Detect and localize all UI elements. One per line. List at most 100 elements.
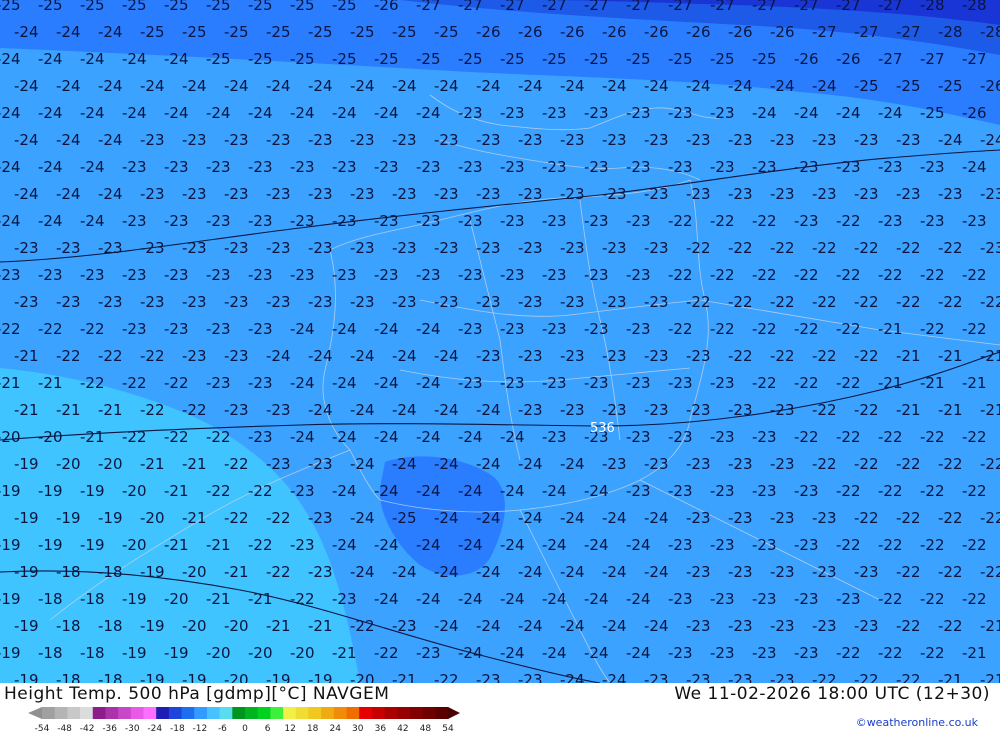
temp-label: -24 bbox=[374, 590, 399, 608]
temp-label: -23 bbox=[182, 347, 207, 365]
temp-label: -24 bbox=[476, 563, 501, 581]
temp-label: -23 bbox=[248, 158, 273, 176]
temp-label: -25 bbox=[182, 23, 207, 41]
temp-label: -24 bbox=[350, 347, 375, 365]
temp-label: -23 bbox=[476, 131, 501, 149]
temp-label: -23 bbox=[752, 428, 777, 446]
temp-label: -22 bbox=[854, 455, 879, 473]
temp-label: -23 bbox=[668, 482, 693, 500]
temp-label: -25 bbox=[206, 0, 231, 14]
temp-label: -23 bbox=[434, 239, 459, 257]
temp-label: -24 bbox=[518, 617, 543, 635]
temp-label: -19 bbox=[0, 482, 21, 500]
temp-label: -23 bbox=[938, 185, 963, 203]
temp-label: -27 bbox=[878, 0, 903, 14]
temp-label: -23 bbox=[518, 131, 543, 149]
temp-label: -22 bbox=[878, 536, 903, 554]
temp-label: -23 bbox=[626, 320, 651, 338]
temp-label: -23 bbox=[0, 266, 21, 284]
temp-label: -23 bbox=[38, 266, 63, 284]
temp-label: -23 bbox=[290, 482, 315, 500]
legend-tick: 0 bbox=[242, 724, 248, 733]
temp-label: -23 bbox=[686, 185, 711, 203]
temp-label: -23 bbox=[560, 293, 585, 311]
temp-label: -23 bbox=[584, 374, 609, 392]
temp-label: -22 bbox=[938, 509, 963, 527]
legend-swatch bbox=[270, 707, 284, 719]
temp-label: -23 bbox=[794, 212, 819, 230]
temp-label: -23 bbox=[812, 131, 837, 149]
temp-label: -24 bbox=[38, 212, 63, 230]
temp-label: -23 bbox=[812, 617, 837, 635]
legend-swatch bbox=[54, 707, 68, 719]
temp-label: -21 bbox=[962, 644, 987, 662]
temp-label: -23 bbox=[458, 320, 483, 338]
legend-swatch bbox=[384, 707, 398, 719]
temp-label: -23 bbox=[164, 158, 189, 176]
temp-label: -24 bbox=[476, 509, 501, 527]
temp-label: -23 bbox=[752, 590, 777, 608]
legend-swatch bbox=[321, 707, 335, 719]
temp-label: -28 bbox=[938, 23, 963, 41]
temp-label: -24 bbox=[560, 509, 585, 527]
legend-swatch bbox=[206, 707, 221, 719]
temp-label: -23 bbox=[878, 158, 903, 176]
temp-label: -22 bbox=[920, 644, 945, 662]
temp-label: -23 bbox=[122, 212, 147, 230]
temp-label: -27 bbox=[878, 50, 903, 68]
temp-label: -25 bbox=[920, 104, 945, 122]
temp-label: -23 bbox=[56, 239, 81, 257]
temp-label: -24 bbox=[38, 158, 63, 176]
temp-label: -24 bbox=[542, 644, 567, 662]
temp-label: -24 bbox=[350, 509, 375, 527]
temp-label: -24 bbox=[98, 131, 123, 149]
legend-tick: -36 bbox=[102, 724, 117, 733]
temp-label: -23 bbox=[500, 320, 525, 338]
temp-label: -22 bbox=[896, 509, 921, 527]
temp-label: -22 bbox=[224, 455, 249, 473]
temp-label: -24 bbox=[374, 320, 399, 338]
temp-label: -23 bbox=[374, 266, 399, 284]
temp-label: -22 bbox=[812, 293, 837, 311]
temp-label: -24 bbox=[542, 536, 567, 554]
temp-label: -23 bbox=[560, 347, 585, 365]
temp-label: -23 bbox=[476, 671, 501, 683]
temp-label: -23 bbox=[140, 185, 165, 203]
temp-label: -22 bbox=[266, 509, 291, 527]
temp-label: -23 bbox=[752, 158, 777, 176]
temp-label: -24 bbox=[434, 563, 459, 581]
temp-label: -23 bbox=[500, 104, 525, 122]
temp-label: -24 bbox=[14, 77, 39, 95]
temp-label: -22 bbox=[920, 536, 945, 554]
temp-label: -23 bbox=[332, 212, 357, 230]
temp-label: -23 bbox=[290, 158, 315, 176]
temp-label: -22 bbox=[896, 239, 921, 257]
legend-swatch bbox=[435, 707, 449, 719]
temp-label: -23 bbox=[686, 455, 711, 473]
temp-label: -23 bbox=[458, 104, 483, 122]
temp-label: -23 bbox=[644, 671, 669, 683]
temp-label: -23 bbox=[560, 401, 585, 419]
temp-label: -22 bbox=[938, 617, 963, 635]
temp-label: -20 bbox=[122, 536, 147, 554]
temp-label: -23 bbox=[476, 347, 501, 365]
temp-label: -23 bbox=[416, 644, 441, 662]
temp-label: -24 bbox=[392, 401, 417, 419]
temp-label: -18 bbox=[56, 671, 81, 683]
temp-label: -23 bbox=[728, 185, 753, 203]
temp-label: -23 bbox=[266, 131, 291, 149]
temp-label: -23 bbox=[374, 158, 399, 176]
map-footer: Height Temp. 500 hPa [gdmp][°C] NAVGEM W… bbox=[0, 683, 1000, 733]
temp-label: -22 bbox=[854, 401, 879, 419]
temp-label: -23 bbox=[728, 401, 753, 419]
temp-label: -21 bbox=[98, 401, 123, 419]
credit-link[interactable]: ©weatheronline.co.uk bbox=[856, 716, 978, 729]
temp-label: -25 bbox=[416, 50, 441, 68]
temp-label: -22 bbox=[248, 536, 273, 554]
temp-label: -19 bbox=[140, 671, 165, 683]
temp-label: -23 bbox=[458, 158, 483, 176]
temp-label: -22 bbox=[164, 374, 189, 392]
temp-label: -21 bbox=[938, 671, 963, 683]
temp-label: -22 bbox=[770, 293, 795, 311]
temp-label: -18 bbox=[98, 617, 123, 635]
